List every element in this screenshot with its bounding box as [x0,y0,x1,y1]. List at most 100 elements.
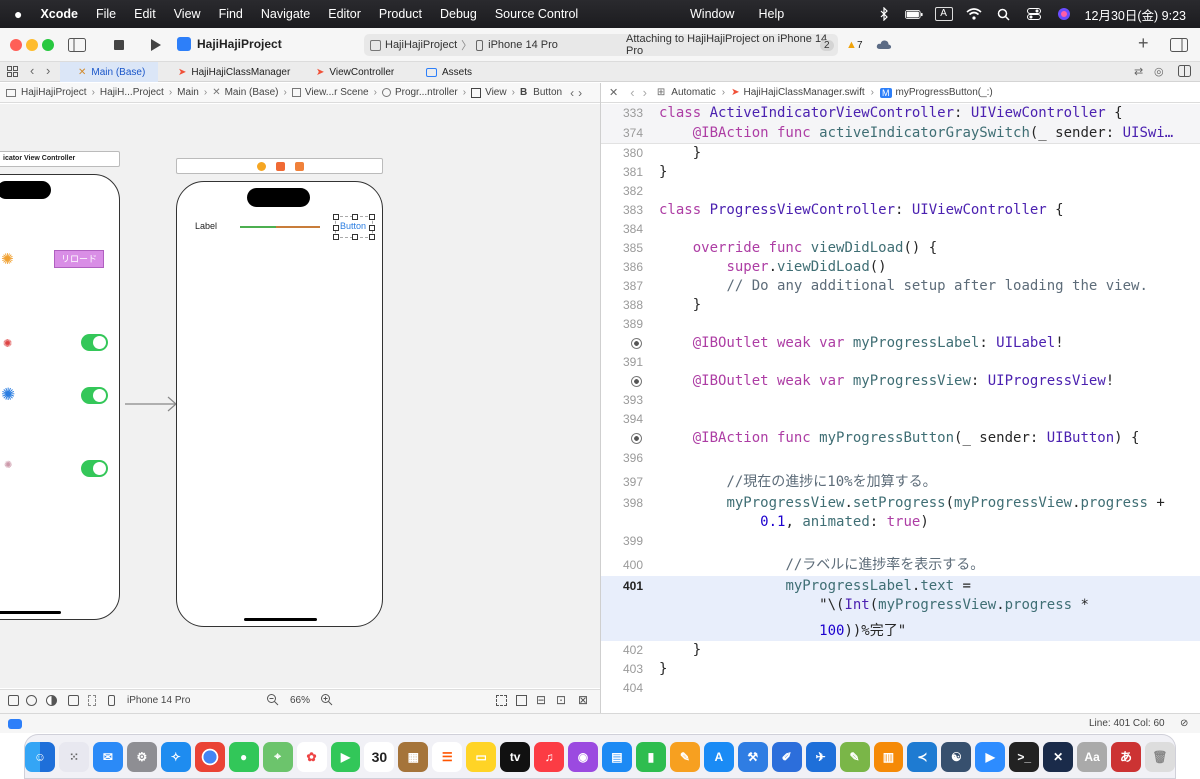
code-text[interactable]: class ProgressViewController: UIViewCont… [659,201,1064,220]
code-line[interactable]: 387 // Do any additional setup after loa… [601,277,1200,296]
first-responder-icon[interactable] [276,162,285,171]
back-nav-icon[interactable]: ‹ [630,85,634,100]
code-text[interactable]: } [659,144,701,163]
code-text[interactable]: } [659,641,701,660]
line-number[interactable]: 398 [601,494,643,513]
switch-toggle[interactable] [81,387,108,404]
reload-button[interactable]: リロード [54,250,104,268]
code-line[interactable]: 333 class ActiveIndicatorViewController: … [601,104,1200,123]
info-icon[interactable] [26,695,37,706]
siri-icon[interactable] [1055,7,1073,21]
swap-icon[interactable]: ⇄ [1134,65,1143,78]
line-number[interactable]: 391 [601,353,643,372]
jump-item[interactable]: Main [177,87,199,98]
menu-debug[interactable]: Debug [440,7,477,21]
close-editor-icon[interactable]: ✕ [609,86,618,99]
jump-item[interactable]: Progr...ntroller [395,87,458,98]
bluetooth-icon[interactable] [875,7,893,21]
view-controller-icon[interactable] [257,162,266,171]
jump-mode[interactable]: Automatic [671,87,715,98]
code-line[interactable]: 397 //現在の進捗に10%を加算する。 [601,473,1200,492]
calendar-icon[interactable]: 30 [364,741,395,772]
resolve-issues-icon[interactable]: ⊠ [578,693,588,707]
code-text[interactable]: 100))%完了" [659,622,906,641]
line-number[interactable]: 386 [601,258,643,277]
code-text[interactable]: override func viewDidLoad() { [659,239,937,258]
wifi-icon[interactable] [965,7,983,21]
progress-button[interactable]: Button [340,221,366,231]
line-number[interactable]: 397 [601,473,643,492]
mail-icon[interactable]: ✉ [92,741,123,772]
activity-indicator-icon[interactable]: ✺ [4,460,12,471]
music-icon[interactable]: ♫ [534,741,565,772]
iphone-frame-left[interactable]: ✺ リロード ✺ ✺ ✺ [0,174,120,620]
app-store-icon[interactable]: A [703,741,734,772]
messages-icon[interactable]: ● [228,741,259,772]
zoom-out-icon[interactable] [266,693,279,706]
safari-icon[interactable]: ✧ [160,741,191,772]
code-text[interactable]: super.viewDidLoad() [659,258,886,277]
code-line[interactable]: @IBAction func myProgressButton(_ sender… [601,429,1200,448]
apple-tv-icon[interactable]: tv [500,741,531,772]
align-icon[interactable]: ⊟ [536,693,546,707]
progress-view[interactable] [240,226,320,228]
iphone-frame-progress[interactable]: Label Button [176,181,383,627]
line-number[interactable]: 396 [601,449,643,468]
orientation-icon[interactable] [68,695,79,706]
line-number[interactable]: 384 [601,220,643,239]
line-number[interactable]: 380 [601,144,643,163]
add-constraints-icon[interactable]: ⊡ [556,693,566,707]
xcode-app-icon[interactable]: ⚒ [737,741,768,772]
menu-product[interactable]: Product [379,7,422,21]
code-line[interactable]: 394 [601,410,1200,429]
menu-file[interactable]: File [96,7,116,21]
font-book-icon[interactable]: Aa [1077,741,1108,772]
line-number[interactable]: 393 [601,391,643,410]
activity-indicator-icon[interactable]: ✺ [1,250,14,268]
line-number[interactable]: 385 [601,239,643,258]
jump-file[interactable]: HajiHajiClassManager.swift [744,87,865,98]
menu-find[interactable]: Find [219,7,243,21]
outlet-connection-icon[interactable] [631,433,642,444]
reminders-icon[interactable]: ☰ [432,741,463,772]
run-destination[interactable]: iPhone 14 Pro [488,39,558,51]
line-number[interactable]: 403 [601,660,643,679]
activity-count-badge[interactable]: 2 [820,39,834,51]
code-text[interactable]: class ActiveIndicatorViewController: UIV… [659,104,1123,123]
outlet-connection-icon[interactable] [631,338,642,349]
related-items-icon[interactable]: ◎ [1154,65,1164,78]
add-icon[interactable]: + [1138,33,1149,54]
switch-toggle[interactable] [81,460,108,477]
pages-icon[interactable]: ✎ [669,741,700,772]
chevron-right-icon[interactable]: › [578,86,582,100]
tab-view-controller[interactable]: ➤ ViewController [316,62,394,82]
system-settings-icon[interactable]: ⚙ [126,741,157,772]
activity-indicator-icon[interactable]: ✺ [3,337,12,350]
code-text[interactable]: myProgressLabel.text = [659,577,970,596]
code-text[interactable]: //ラベルに進捗率を表示する。 [659,556,984,575]
progress-label[interactable]: Label [195,221,217,231]
zoom-window-button[interactable] [42,39,54,51]
line-number[interactable]: 394 [601,410,643,429]
device-selector[interactable]: iPhone 14 Pro [127,695,190,706]
code-text[interactable]: myProgressView.setProgress(myProgressVie… [659,494,1164,513]
line-number[interactable]: 399 [601,532,643,551]
tab-class-manager[interactable]: ➤ HajiHajiClassManager [178,62,290,82]
code-line[interactable]: 0.1, animated: true) [601,513,1200,532]
source-code-editor[interactable]: 333 class ActiveIndicatorViewController: … [601,104,1200,713]
finder-icon[interactable]: ☺ [25,741,55,772]
photos-icon[interactable]: ✿ [296,741,327,772]
code-line[interactable]: 398 myProgressView.setProgress(myProgres… [601,494,1200,513]
code-text[interactable]: // Do any additional setup after loading… [659,277,1147,296]
warning-icon[interactable]: ▲ [846,39,857,51]
inspector-toggle-icon[interactable] [1170,38,1188,52]
code-text[interactable]: "\(Int(myProgressView.progress * [659,596,1089,615]
maps-icon[interactable]: ⌖ [262,741,293,772]
menubar-clock[interactable]: 12月30日(金) 9:23 [1085,5,1186,24]
segue-arrow[interactable] [125,394,179,414]
code-text[interactable]: 0.1, animated: true) [659,513,929,532]
facetime-icon[interactable]: ▶ [330,741,361,772]
update-frames-icon[interactable] [496,695,507,706]
code-line[interactable]: 401 myProgressLabel.text = [601,577,1200,596]
podcasts-icon[interactable]: ◉ [568,741,598,772]
